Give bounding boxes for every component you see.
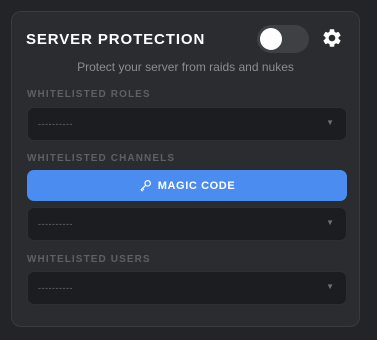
chevron-down-icon: ▼ bbox=[326, 218, 334, 227]
gear-icon[interactable] bbox=[321, 27, 343, 49]
chevron-down-icon: ▼ bbox=[326, 118, 334, 127]
whitelisted-users-select[interactable]: ---------- ▼ bbox=[27, 271, 347, 305]
key-icon bbox=[140, 180, 151, 192]
toggle-knob bbox=[260, 28, 282, 50]
whitelisted-channels-value: ---------- bbox=[38, 219, 73, 229]
protection-toggle[interactable] bbox=[257, 25, 309, 53]
magic-code-button[interactable]: MAGIC CODE bbox=[27, 170, 347, 201]
magic-code-label: MAGIC CODE bbox=[157, 179, 236, 192]
panel-title: SERVER PROTECTION bbox=[26, 31, 206, 48]
panel-subtitle: Protect your server from raids and nukes bbox=[77, 60, 294, 74]
chevron-down-icon: ▼ bbox=[326, 282, 334, 291]
whitelisted-users-value: ---------- bbox=[38, 283, 73, 293]
whitelisted-roles-value: ---------- bbox=[38, 119, 73, 129]
server-protection-card: SERVER PROTECTION Protect your server fr… bbox=[11, 11, 360, 327]
whitelisted-roles-label: WHITELISTED ROLES bbox=[27, 89, 151, 100]
whitelisted-channels-label: WHITELISTED CHANNELS bbox=[27, 153, 176, 164]
whitelisted-channels-select[interactable]: ---------- ▼ bbox=[27, 207, 347, 241]
whitelisted-roles-select[interactable]: ---------- ▼ bbox=[27, 107, 347, 141]
whitelisted-users-label: WHITELISTED USERS bbox=[27, 254, 151, 265]
